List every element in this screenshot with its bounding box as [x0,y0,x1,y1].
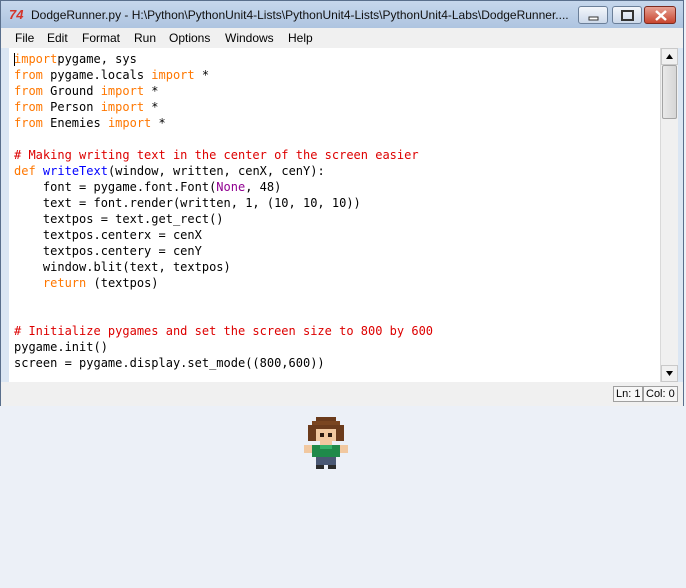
column-indicator: Col: 0 [643,386,678,402]
tk-feather-icon: 74 [9,7,24,22]
arrow-down-icon [666,371,673,376]
code-line[interactable]: importpygame, sys [14,51,433,67]
menu-run[interactable]: Run [134,31,156,45]
minimize-icon [588,16,599,21]
code-line[interactable]: screen = pygame.display.set_mode((800,60… [14,355,433,371]
vertical-scrollbar[interactable] [660,48,678,382]
code-line[interactable]: from Person import * [14,99,433,115]
scroll-down-button[interactable] [661,365,678,382]
title-bar[interactable]: 74 DodgeRunner.py - H:\Python\PythonUnit… [1,1,683,28]
code-line[interactable] [14,291,433,307]
code-line[interactable]: return (textpos) [14,275,433,291]
code-line[interactable] [14,307,433,323]
menu-format[interactable]: Format [82,31,120,45]
code-editor[interactable]: importpygame, sys from pygame.locals impo… [9,48,660,382]
menu-windows[interactable]: Windows [225,31,274,45]
text-cursor [14,53,15,66]
status-bar: Ln: 1 Col: 0 [1,382,683,406]
code-line[interactable]: from Ground import * [14,83,433,99]
idle-editor-window: 74 DodgeRunner.py - H:\Python\PythonUnit… [0,0,684,406]
code-line[interactable]: # Initialize pygames and set the screen … [14,323,433,339]
scroll-up-button[interactable] [661,48,678,65]
maximize-button[interactable] [612,6,642,24]
minimize-button[interactable] [578,6,608,24]
code-text[interactable]: importpygame, sys from pygame.locals impo… [14,51,433,371]
code-line[interactable]: window.blit(text, textpos) [14,259,433,275]
person-sprite [304,417,348,469]
maximize-icon [621,10,634,21]
code-line[interactable]: # Making writing text in the center of t… [14,147,433,163]
code-line[interactable] [14,131,433,147]
scroll-thumb[interactable] [662,65,677,119]
code-line[interactable]: font = pygame.font.Font(None, 48) [14,179,433,195]
code-line[interactable]: text = font.render(written, 1, (10, 10, … [14,195,433,211]
line-indicator: Ln: 1 [613,386,644,402]
menu-file[interactable]: File [15,31,34,45]
code-line[interactable]: textpos.centerx = cenX [14,227,433,243]
menu-bar: File Edit Format Run Options Windows Hel… [1,28,683,48]
menu-help[interactable]: Help [288,31,313,45]
code-line[interactable]: textpos = text.get_rect() [14,211,433,227]
code-line[interactable]: from Enemies import * [14,115,433,131]
close-icon [655,10,667,21]
code-line[interactable]: textpos.centery = cenY [14,243,433,259]
code-line[interactable]: pygame.init() [14,339,433,355]
arrow-up-icon [666,54,673,59]
menu-edit[interactable]: Edit [47,31,68,45]
code-line[interactable]: from pygame.locals import * [14,67,433,83]
close-button[interactable] [644,6,676,24]
menu-options[interactable]: Options [169,31,210,45]
window-title: DodgeRunner.py - H:\Python\PythonUnit4-L… [31,8,569,22]
code-line[interactable]: def writeText(window, written, cenX, cen… [14,163,433,179]
